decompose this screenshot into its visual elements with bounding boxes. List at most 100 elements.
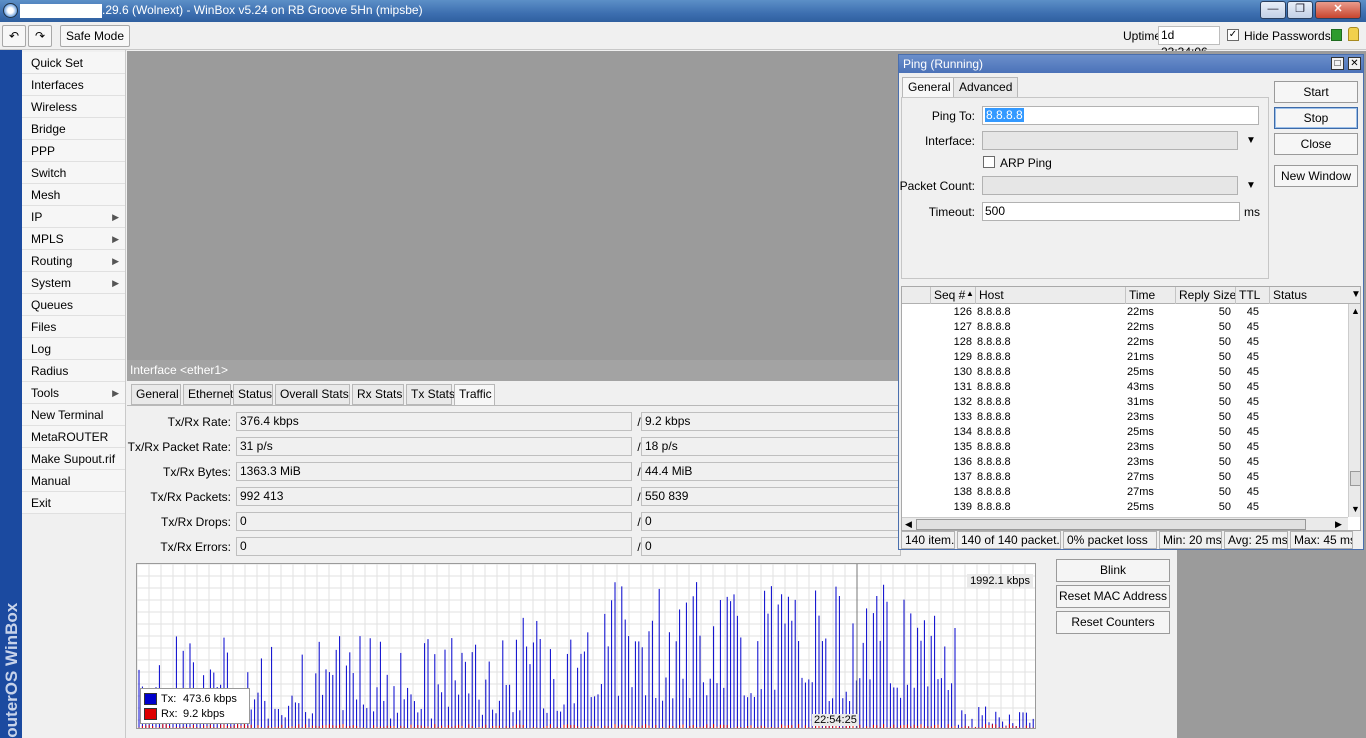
menu-item-files[interactable]: Files xyxy=(22,316,125,338)
cell-seq: 136 xyxy=(953,456,972,468)
table-row[interactable]: 137 8.8.8.8 27ms 50 45 xyxy=(902,470,1348,485)
redo-button[interactable]: ↷ xyxy=(28,25,52,47)
cell-size: 50 xyxy=(1218,381,1231,393)
tab-traffic[interactable]: Traffic xyxy=(454,384,495,406)
ping-to-input[interactable]: 8.8.8.8 xyxy=(982,106,1259,125)
tx-color-swatch xyxy=(144,693,157,705)
menu-item-manual[interactable]: Manual xyxy=(22,470,125,492)
tab-general[interactable]: General xyxy=(902,77,957,98)
cell-time: 22ms xyxy=(1127,306,1154,318)
reset-mac-address-button[interactable]: Reset MAC Address xyxy=(1056,585,1170,608)
start-button[interactable]: Start xyxy=(1274,81,1358,103)
tab-general[interactable]: General xyxy=(131,384,181,405)
column-header-reply-size[interactable]: Reply Size xyxy=(1175,287,1236,304)
menu-item-new-terminal[interactable]: New Terminal xyxy=(22,404,125,426)
table-row[interactable]: 134 8.8.8.8 25ms 50 45 xyxy=(902,425,1348,440)
undo-button[interactable]: ↶ xyxy=(2,25,26,47)
table-row[interactable]: 130 8.8.8.8 25ms 50 45 xyxy=(902,365,1348,380)
stat-label-tx-rx-packet-rate: Tx/Rx Packet Rate: xyxy=(127,440,231,454)
interface-dropdown-icon[interactable]: ▼ xyxy=(1246,135,1256,146)
cell-seq: 126 xyxy=(953,306,972,318)
cell-time: 25ms xyxy=(1127,426,1154,438)
safe-mode-button[interactable]: Safe Mode xyxy=(60,25,130,47)
cell-ttl: 45 xyxy=(1246,306,1259,318)
table-row[interactable]: 139 8.8.8.8 25ms 50 45 xyxy=(902,500,1348,515)
cell-time: 22ms xyxy=(1127,336,1154,348)
tab-status[interactable]: Status xyxy=(233,384,273,405)
menu-item-label: MetaROUTER xyxy=(31,430,109,444)
menu-item-system[interactable]: System ▶ xyxy=(22,272,125,294)
column-header-time[interactable]: Time xyxy=(1125,287,1175,304)
tab-tx-stats[interactable]: Tx Stats xyxy=(406,384,455,405)
vertical-scroll-thumb[interactable] xyxy=(1350,471,1360,486)
interface-select[interactable] xyxy=(982,131,1238,150)
scroll-up-icon[interactable]: ▲ xyxy=(1351,306,1360,316)
new-window-button[interactable]: New Window xyxy=(1274,165,1358,187)
stop-button[interactable]: Stop xyxy=(1274,107,1358,129)
blink-button[interactable]: Blink xyxy=(1056,559,1170,582)
timeout-input[interactable]: 500 xyxy=(982,202,1240,221)
window-title: .29.6 (Wolnext) - WinBox v5.24 on RB Gro… xyxy=(102,3,423,17)
close-button[interactable]: Close xyxy=(1274,133,1358,155)
scroll-left-icon[interactable]: ◀ xyxy=(905,519,912,530)
column-header-host[interactable]: Host xyxy=(975,287,1125,304)
submenu-arrow-icon: ▶ xyxy=(112,256,119,266)
horizontal-scroll-thumb[interactable] xyxy=(916,519,1306,530)
table-row[interactable]: 131 8.8.8.8 43ms 50 45 xyxy=(902,380,1348,395)
hide-passwords-checkbox[interactable]: ✓ xyxy=(1227,29,1239,41)
menu-item-label: Files xyxy=(31,320,57,334)
ping-maximize-button[interactable]: □ xyxy=(1331,57,1344,70)
menu-item-make-supout-rif[interactable]: Make Supout.rif xyxy=(22,448,125,470)
menu-item-quick-set[interactable]: Quick Set xyxy=(22,52,125,74)
column-header-ttl[interactable]: TTL xyxy=(1235,287,1269,304)
scroll-down-icon[interactable]: ▼ xyxy=(1351,504,1360,514)
menu-item-switch[interactable]: Switch xyxy=(22,162,125,184)
minimize-button[interactable]: — xyxy=(1260,1,1286,19)
horizontal-scrollbar[interactable]: ◀ ▶ xyxy=(902,517,1348,530)
ping-to-value: 8.8.8.8 xyxy=(985,108,1024,122)
table-row[interactable]: 126 8.8.8.8 22ms 50 45 xyxy=(902,305,1348,320)
menu-item-radius[interactable]: Radius xyxy=(22,360,125,382)
tab-advanced[interactable]: Advanced xyxy=(953,77,1019,98)
reset-counters-button[interactable]: Reset Counters xyxy=(1056,611,1170,634)
table-row[interactable]: 129 8.8.8.8 21ms 50 45 xyxy=(902,350,1348,365)
winbox-app-icon[interactable] xyxy=(3,3,18,18)
menu-item-ip[interactable]: IP ▶ xyxy=(22,206,125,228)
column-header-status[interactable]: Status xyxy=(1269,287,1349,304)
tab-ethernet[interactable]: Ethernet xyxy=(183,384,233,405)
menu-item-routing[interactable]: Routing ▶ xyxy=(22,250,125,272)
menu-item-wireless[interactable]: Wireless xyxy=(22,96,125,118)
arp-ping-checkbox[interactable] xyxy=(983,156,995,168)
menu-item-ppp[interactable]: PPP xyxy=(22,140,125,162)
stat-rx-value: 0 xyxy=(641,512,901,531)
ping-close-icon[interactable]: ✕ xyxy=(1348,57,1361,70)
maximize-button[interactable]: ❐ xyxy=(1287,1,1313,19)
column-menu-dropdown-icon[interactable]: ▼ xyxy=(1351,289,1360,300)
table-row[interactable]: 128 8.8.8.8 22ms 50 45 xyxy=(902,335,1348,350)
cell-size: 50 xyxy=(1218,336,1231,348)
tab-overall-stats[interactable]: Overall Stats xyxy=(275,384,350,405)
menu-item-queues[interactable]: Queues xyxy=(22,294,125,316)
menu-item-interfaces[interactable]: Interfaces xyxy=(22,74,125,96)
packet-count-input[interactable] xyxy=(982,176,1238,195)
tab-rx-stats[interactable]: Rx Stats xyxy=(352,384,404,405)
table-row[interactable]: 138 8.8.8.8 27ms 50 45 xyxy=(902,485,1348,500)
table-row[interactable]: 133 8.8.8.8 23ms 50 45 xyxy=(902,410,1348,425)
table-row[interactable]: 127 8.8.8.8 22ms 50 45 xyxy=(902,320,1348,335)
menu-item-bridge[interactable]: Bridge xyxy=(22,118,125,140)
table-row[interactable]: 132 8.8.8.8 31ms 50 45 xyxy=(902,395,1348,410)
menu-item-exit[interactable]: Exit xyxy=(22,492,125,514)
menu-item-tools[interactable]: Tools ▶ xyxy=(22,382,125,404)
tx-legend-label: Tx: xyxy=(161,693,177,705)
packet-count-dropdown-icon[interactable]: ▼ xyxy=(1246,180,1256,191)
menu-item-mesh[interactable]: Mesh xyxy=(22,184,125,206)
ping-window-title[interactable]: Ping (Running) □ ✕ xyxy=(899,55,1363,73)
menu-item-log[interactable]: Log xyxy=(22,338,125,360)
table-row[interactable]: 135 8.8.8.8 23ms 50 45 xyxy=(902,440,1348,455)
menu-item-mpls[interactable]: MPLS ▶ xyxy=(22,228,125,250)
close-window-button[interactable]: ✕ xyxy=(1315,1,1361,19)
vertical-scrollbar[interactable]: ▲ ▼ xyxy=(1348,304,1360,517)
scroll-right-icon[interactable]: ▶ xyxy=(1335,519,1342,530)
menu-item-metarouter[interactable]: MetaROUTER xyxy=(22,426,125,448)
table-row[interactable]: 136 8.8.8.8 23ms 50 45 xyxy=(902,455,1348,470)
